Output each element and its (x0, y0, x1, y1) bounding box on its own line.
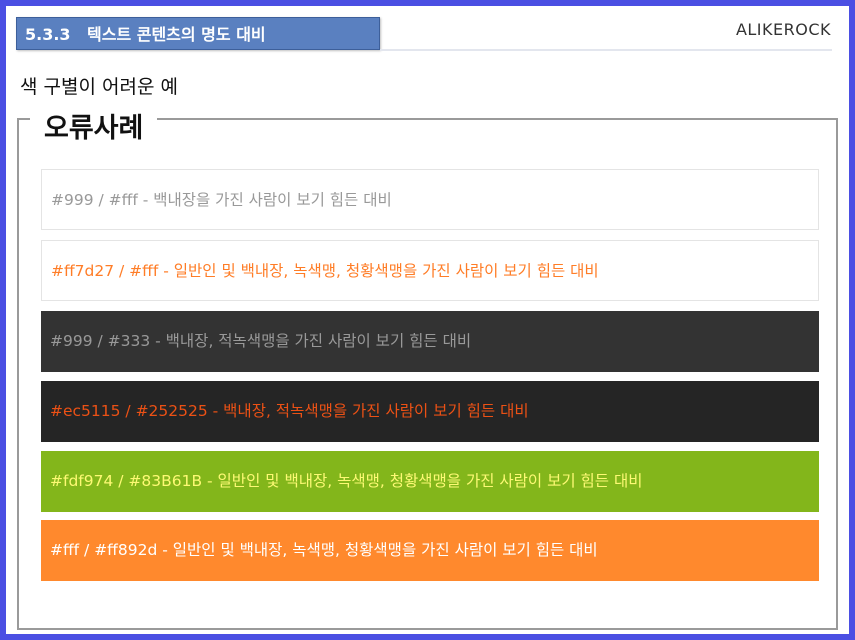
section-header: 5.3.3 텍스트 콘텐츠의 명도 대비 (16, 17, 380, 50)
brand-label: ALIKEROCK (735, 20, 831, 39)
section-title: 텍스트 콘텐츠의 명도 대비 (87, 25, 266, 44)
box-legend: 오류사례 (30, 106, 158, 145)
contrast-example-row: #999 / #333 - 백내장, 적녹색맹을 가진 사람이 보기 힘든 대비 (41, 311, 819, 372)
contrast-example-row: #fdf974 / #83B61B - 일반인 및 백내장, 녹색맹, 청황색맹… (41, 451, 819, 512)
contrast-example-row: #ff7d27 / #fff - 일반인 및 백내장, 녹색맹, 청황색맹을 가… (41, 240, 819, 301)
section-number: 5.3.3 (25, 25, 71, 44)
contrast-example-row: #fff / #ff892d - 일반인 및 백내장, 녹색맹, 청황색맹을 가… (41, 520, 819, 581)
header-divider (380, 49, 832, 51)
subtitle: 색 구별이 어려운 예 (20, 76, 178, 98)
slide: 5.3.3 텍스트 콘텐츠의 명도 대비 ALIKEROCK 색 구별이 어려운 … (6, 6, 849, 634)
contrast-example-row: #ec5115 / #252525 - 백내장, 적녹색맹을 가진 사람이 보기… (41, 381, 819, 442)
contrast-example-row: #999 / #fff - 백내장을 가진 사람이 보기 힘든 대비 (41, 169, 819, 230)
